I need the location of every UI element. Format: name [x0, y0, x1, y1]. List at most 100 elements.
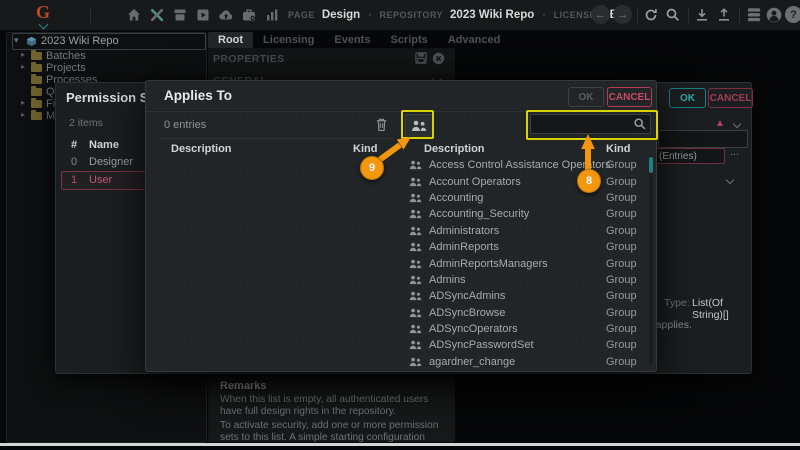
home-icon[interactable]: [126, 7, 142, 23]
list-item[interactable]: AdministratorsGroup: [405, 223, 648, 239]
tab-events[interactable]: Events: [324, 32, 380, 48]
entry-kind: Group: [606, 290, 637, 302]
row-index: 1: [71, 174, 77, 186]
item-count: 2 items: [69, 117, 103, 129]
tab-advanced[interactable]: Advanced: [438, 32, 511, 48]
entry-kind: Group: [606, 159, 637, 171]
refresh-icon[interactable]: [643, 7, 659, 23]
group-icon: [409, 242, 422, 252]
list-item[interactable]: AdminReportsGroup: [405, 239, 648, 255]
type-value: List(Of String)[]: [692, 297, 751, 321]
sidebar-item-batches[interactable]: Batches: [46, 50, 86, 62]
tab-scripts[interactable]: Scripts: [380, 32, 437, 48]
list-item[interactable]: ADSyncBrowse Group: [405, 305, 648, 321]
entry-name: Accounting: [429, 192, 483, 204]
save-icon[interactable]: [415, 52, 427, 64]
tab-bar: Root Licensing Events Scripts Advanced: [208, 32, 510, 48]
modal-title: Applies To: [164, 88, 232, 103]
entries-field[interactable]: (Entries): [655, 148, 725, 164]
sidebar-item-projects[interactable]: Projects: [46, 62, 86, 74]
ellipsis-button[interactable]: ...: [730, 146, 739, 158]
folder-icon: [31, 100, 42, 108]
tree-caret-icon[interactable]: ▸: [21, 62, 25, 71]
top-bar: G PAGE Design · REPOSITORY 2023 Wiki Rep…: [0, 0, 800, 31]
modal-cancel-button[interactable]: CANCEL: [607, 87, 652, 107]
list-item[interactable]: Account Operators Group: [405, 173, 648, 189]
group-icon: [409, 291, 422, 301]
entry-kind: Group: [606, 307, 637, 319]
folder-icon: [31, 52, 42, 60]
cloud-upload-icon[interactable]: [218, 7, 234, 23]
available-list: Access Control Assistance OperatorsGroup…: [405, 157, 648, 370]
entry-kind: Group: [606, 225, 637, 237]
list-item[interactable]: ADSyncAdminsGroup: [405, 288, 648, 304]
scrollbar-thumb[interactable]: [649, 157, 653, 173]
chevron-down-icon[interactable]: [726, 176, 734, 184]
tree-caret-icon[interactable]: ▸: [21, 98, 25, 107]
back-button[interactable]: ←: [591, 5, 610, 24]
tree-root-label[interactable]: 2023 Wiki Repo: [41, 35, 119, 47]
group-icon: [409, 340, 422, 350]
repository-value[interactable]: 2023 Wiki Repo: [450, 9, 534, 21]
upload-icon[interactable]: [716, 7, 732, 23]
callout-step-8: 8: [577, 169, 601, 193]
divider: [90, 7, 91, 23]
search-icon[interactable]: [665, 7, 681, 23]
table-row[interactable]: Designer: [89, 156, 133, 168]
tree-root-caret-icon[interactable]: ▾: [14, 35, 19, 46]
page-value[interactable]: Design: [322, 9, 360, 21]
group-icon: [409, 209, 422, 219]
entry-name: AdminReportsManagers: [429, 258, 548, 270]
entry-name: AdminReports: [429, 241, 499, 253]
group-icon: [409, 226, 422, 236]
account-icon[interactable]: [765, 6, 783, 24]
list-item[interactable]: AdminReportsManagersGroup: [405, 255, 648, 271]
group-icon: [409, 259, 422, 269]
entries-count: 0 entries: [164, 119, 206, 131]
modal-ok-button[interactable]: OK: [568, 87, 604, 107]
bottom-strip: [0, 443, 800, 446]
help-icon[interactable]: ?: [785, 6, 800, 23]
divider: [159, 138, 393, 139]
callout-step-9: 9: [360, 156, 384, 180]
list-item[interactable]: ADSyncOperatorsGroup: [405, 321, 648, 337]
folder-icon: [31, 76, 42, 84]
list-item[interactable]: agardner_changeGroup: [405, 354, 648, 370]
close-icon[interactable]: [432, 52, 445, 65]
app-window: G PAGE Design · REPOSITORY 2023 Wiki Rep…: [0, 0, 800, 450]
list-item[interactable]: ADSyncPasswordSetGroup: [405, 337, 648, 353]
briefcase-icon[interactable]: [241, 7, 257, 23]
database-icon[interactable]: [745, 6, 763, 24]
download-icon[interactable]: [694, 7, 710, 23]
remarks-paragraph: When this list is empty, all authenticat…: [220, 394, 446, 418]
run-icon[interactable]: [195, 7, 211, 23]
chevron-down-icon[interactable]: [733, 120, 741, 128]
tree-caret-icon[interactable]: ▸: [21, 110, 25, 119]
row-index: 0: [71, 156, 77, 168]
dialog-ok-button[interactable]: OK: [669, 88, 706, 108]
entry-name: Account Operators: [429, 176, 521, 188]
archive-icon[interactable]: [172, 7, 188, 23]
tab-licensing[interactable]: Licensing: [253, 32, 324, 48]
entry-name: ADSyncPasswordSet: [429, 339, 534, 351]
repository-label: REPOSITORY: [380, 10, 444, 20]
entry-kind: Group: [606, 176, 637, 188]
entry-name: ADSyncBrowse: [429, 307, 505, 319]
list-item[interactable]: Access Control Assistance OperatorsGroup: [405, 157, 648, 173]
list-item[interactable]: AdminsGroup: [405, 272, 648, 288]
divider: [688, 7, 689, 23]
list-item[interactable]: AccountingGroup: [405, 190, 648, 206]
tree-caret-icon[interactable]: ▸: [21, 50, 25, 59]
scrollbar-track[interactable]: [649, 156, 653, 364]
table-row[interactable]: User: [89, 174, 112, 186]
dialog-cancel-button[interactable]: CANCEL: [708, 88, 753, 108]
repository-cube-icon: [26, 36, 37, 47]
trash-icon[interactable]: [375, 117, 388, 132]
tools-icon[interactable]: [149, 7, 165, 23]
entry-kind: Group: [606, 356, 637, 368]
list-item[interactable]: Accounting_SecurityGroup: [405, 206, 648, 222]
tab-root[interactable]: Root: [208, 32, 253, 48]
remarks-paragraph: To activate security, add one or more pe…: [220, 420, 446, 442]
forward-button[interactable]: →: [613, 5, 632, 24]
bar-chart-icon[interactable]: [264, 7, 280, 23]
